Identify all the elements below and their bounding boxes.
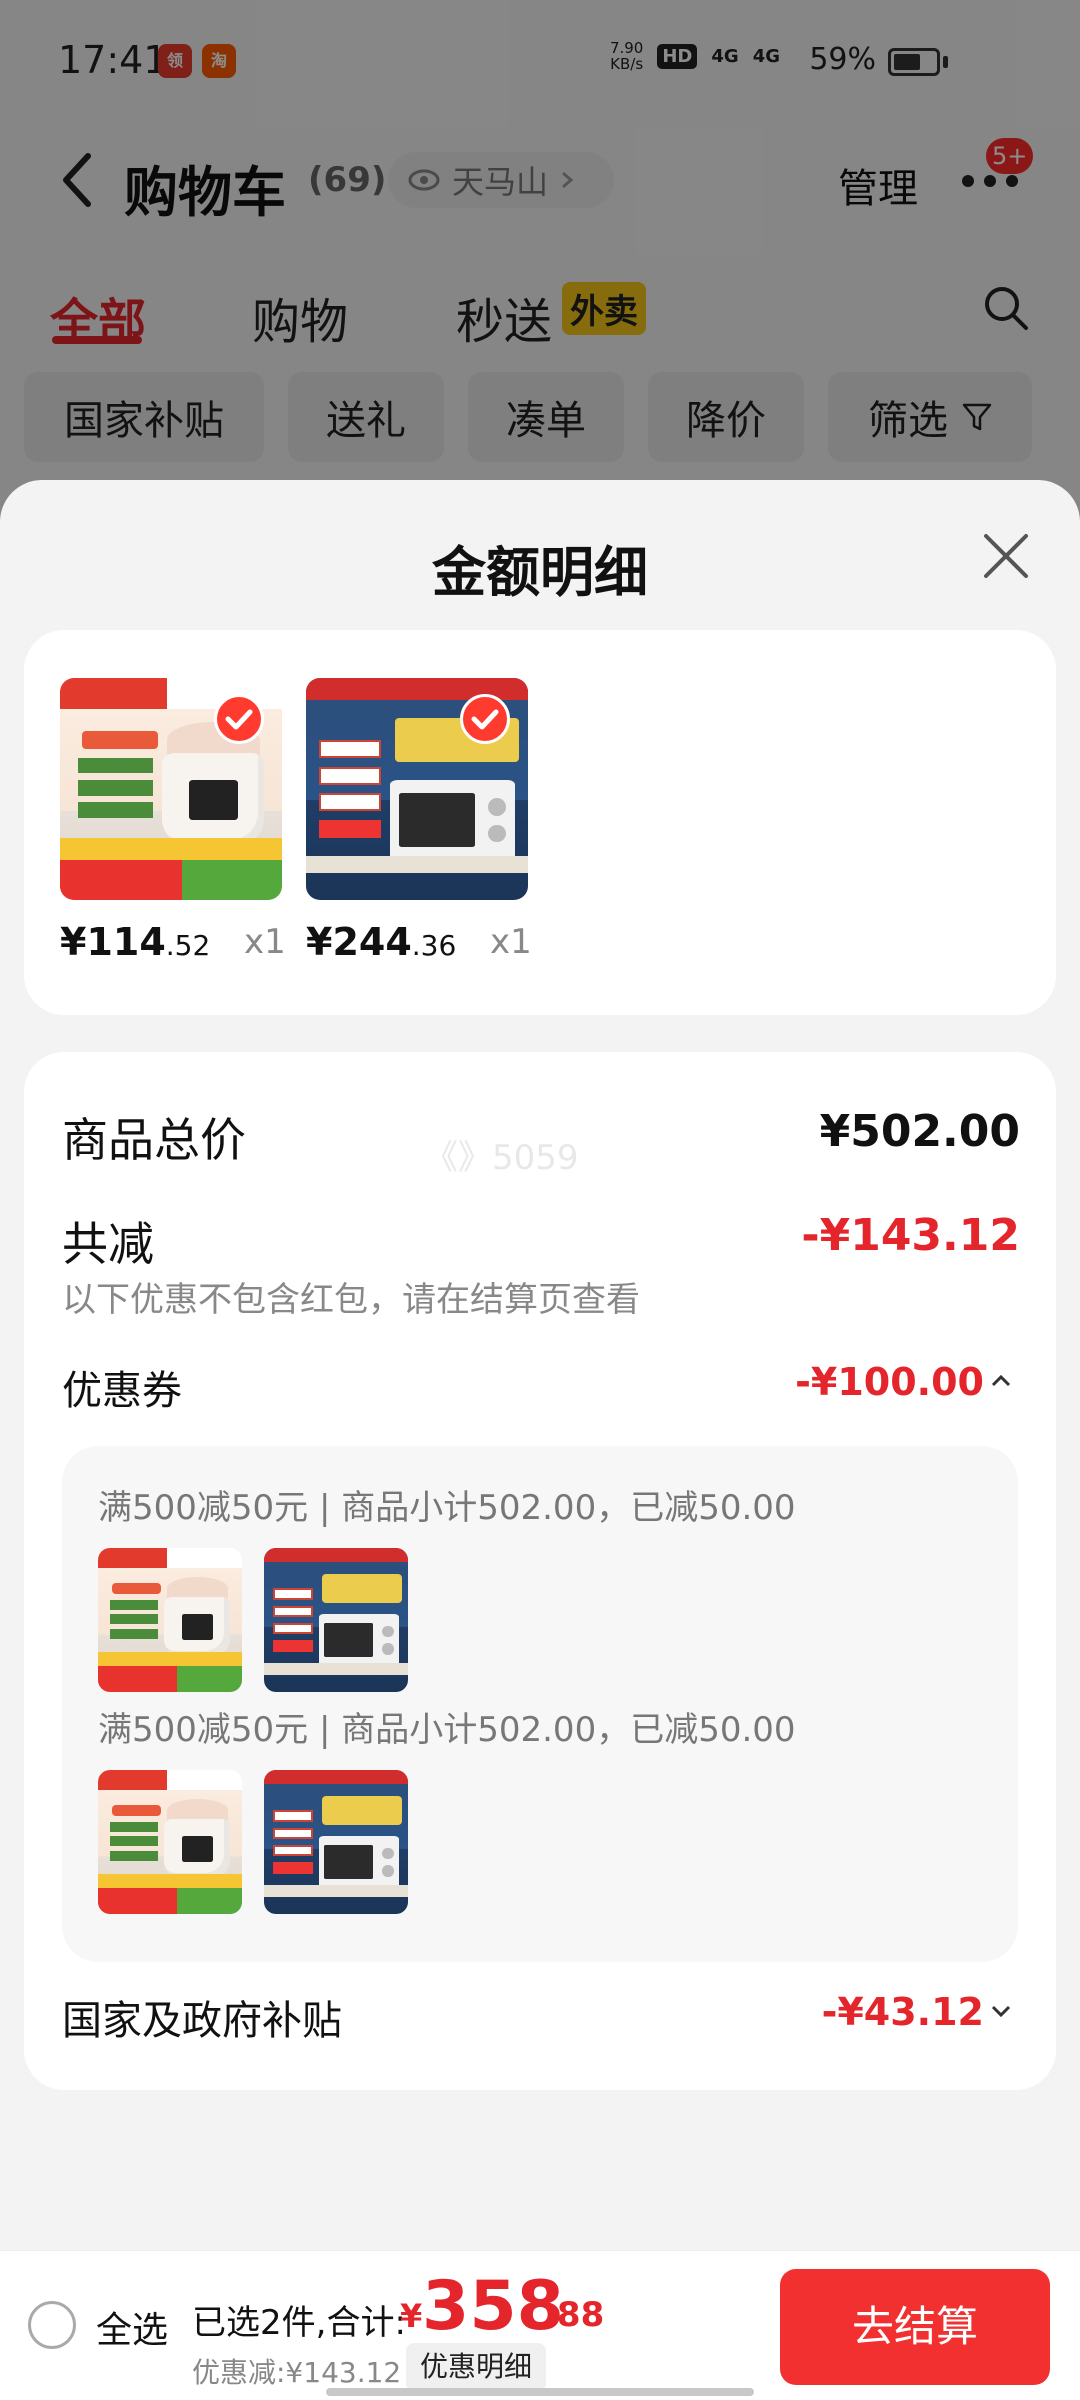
total-discount-label: 共减 xyxy=(62,1217,154,1271)
checkout-button[interactable]: 去结算 xyxy=(780,2269,1050,2385)
price-breakdown-card: 《》5059 商品总价 ¥502.00 共减 -¥143.12 以下优惠不包含红… xyxy=(24,1052,1056,2090)
discount-summary: 优惠减:¥143.12 xyxy=(192,2356,402,2389)
close-icon[interactable] xyxy=(980,530,1032,582)
total-currency: ¥ xyxy=(400,2297,423,2335)
chevron-down-icon[interactable] xyxy=(990,2004,1012,2018)
sheet-title: 金额明细 xyxy=(432,541,648,604)
coupon-rule: 满500减50元 | 商品小计502.00，已减50.00 xyxy=(98,1710,796,1750)
total-amount-integer: 358 xyxy=(422,2267,564,2346)
total-discount-value: -¥143.12 xyxy=(801,1210,1020,1261)
discount-detail-button[interactable]: 优惠明细 xyxy=(406,2343,547,2391)
discount-note: 以下优惠不包含红包，请在结算页查看 xyxy=(62,1280,640,1320)
subsidy-label: 国家及政府补贴 xyxy=(62,1998,342,2044)
coupon-rule: 满500减50元 | 商品小计502.00，已减50.00 xyxy=(98,1488,796,1528)
total-price-value: ¥502.00 xyxy=(819,1106,1020,1157)
checkmark-icon[interactable] xyxy=(460,694,510,744)
home-indicator xyxy=(326,2388,754,2396)
coupon-product-thumb xyxy=(98,1770,242,1914)
coupon-product-thumb xyxy=(98,1548,242,1692)
selected-products-card: ¥114.52 x1 ¥244.36 x1 xyxy=(24,630,1056,1015)
coupon-value[interactable]: -¥100.00 xyxy=(795,1360,984,1404)
product-quantity: x1 xyxy=(244,922,286,962)
total-amount-decimal: .88 xyxy=(544,2295,605,2335)
total-price-label: 商品总价 xyxy=(62,1113,246,1167)
summary-label: 已选2件,合计: xyxy=(192,2303,406,2343)
product-price: ¥114.52 xyxy=(60,920,211,964)
select-all-checkbox[interactable] xyxy=(28,2301,76,2349)
coupon-product-thumb xyxy=(264,1548,408,1692)
product-quantity: x1 xyxy=(490,922,532,962)
select-all-label[interactable]: 全选 xyxy=(96,2301,168,2353)
coupon-detail-box: 满500减50元 | 商品小计502.00，已减50.00 满500减50元 |… xyxy=(62,1446,1018,1962)
coupon-label: 优惠券 xyxy=(62,1368,182,1414)
price-detail-sheet: 金额明细 ¥114.52 x1 ¥244.36 x1 《》5059 商品总价 ¥… xyxy=(0,480,1080,2400)
product-price: ¥244.36 xyxy=(306,920,457,964)
chevron-up-icon[interactable] xyxy=(990,1374,1012,1388)
checkout-bar: 全选 已选2件,合计: ¥ 358 .88 优惠减:¥143.12 优惠明细 去… xyxy=(0,2250,1080,2400)
coupon-product-thumb xyxy=(264,1770,408,1914)
watermark: 《》5059 xyxy=(424,1138,579,1178)
subsidy-value[interactable]: -¥43.12 xyxy=(822,1990,984,2034)
checkmark-icon[interactable] xyxy=(214,694,264,744)
